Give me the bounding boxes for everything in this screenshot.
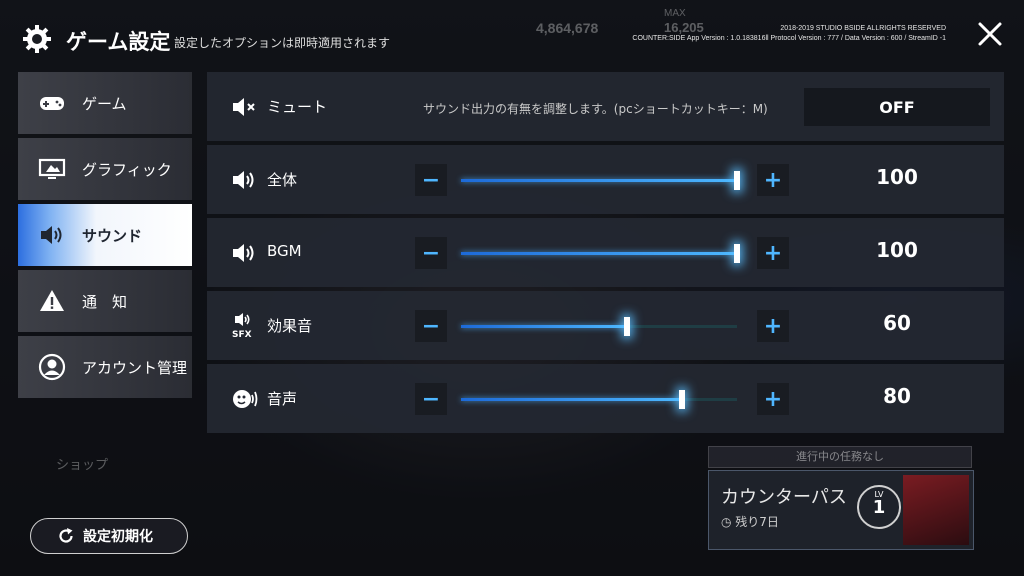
pass-lv-number: 1 (872, 497, 886, 518)
master-volume-value: 100 (876, 165, 918, 189)
slider-fill (461, 398, 682, 401)
version-info: 2018-2019 STUDIO BSIDE ALLRIGHTS RESERVE… (632, 24, 946, 44)
gamepad-icon (40, 97, 64, 110)
minus-icon: − (421, 386, 441, 412)
minus-icon: − (421, 313, 441, 339)
sidebar-item-label: 通 知 (82, 292, 128, 311)
mute-toggle-button[interactable]: OFF (804, 88, 990, 126)
sidebar-item-sound[interactable]: サウンド (18, 204, 192, 266)
mute-description: サウンド出力の有無を調整します。(pcショートカットキー：M) (423, 102, 768, 116)
bgm-volume-row: BGM − + 100 (207, 218, 1004, 287)
pass-days-text: 残り7日 (735, 515, 779, 529)
copyright-line: 2018-2019 STUDIO BSIDE ALLRIGHTS RESERVE… (780, 25, 946, 32)
slider-fill (461, 325, 627, 328)
slider-thumb[interactable] (623, 317, 630, 336)
master-plus-button[interactable]: + (757, 164, 789, 196)
close-icon (978, 22, 1002, 46)
sidebar-item-game[interactable]: ゲーム (18, 72, 192, 134)
settings-sidebar: ゲーム グラフィック サウンド 通 知 アカウント管理 (18, 72, 192, 402)
bg-shop-label: ショップ (56, 457, 109, 472)
speaker-icon (41, 226, 62, 244)
voice-volume-row: 音声 − + 80 (207, 364, 1004, 433)
bgm-volume-slider[interactable] (461, 244, 740, 263)
page-title: ゲーム設定 (66, 30, 171, 54)
sidebar-item-label: アカウント管理 (82, 358, 188, 377)
sfx-speaker-icon: SFX (232, 313, 252, 339)
plus-icon: + (763, 240, 783, 266)
master-volume-label: 全体 (267, 171, 298, 189)
gear-icon (23, 25, 51, 53)
sound-settings-panel: ミュート サウンド出力の有無を調整します。(pcショートカットキー：M) OFF… (207, 72, 1004, 437)
pass-level-badge: LV 1 (857, 485, 901, 529)
voice-volume-value: 80 (883, 384, 911, 408)
bg-mission-bar: 進行中の任務なし (708, 446, 972, 468)
sfx-volume-slider[interactable] (461, 317, 737, 336)
slider-fill (461, 252, 737, 255)
bg-max-label: MAX (664, 8, 686, 19)
master-volume-slider[interactable] (461, 171, 740, 190)
slider-thumb[interactable] (678, 390, 685, 409)
sidebar-item-graphics[interactable]: グラフィック (18, 138, 192, 200)
slider-fill (461, 179, 737, 182)
page-subtitle: 設定したオプションは即時適用されます (174, 36, 391, 50)
plus-icon: + (763, 167, 783, 193)
sfx-plus-button[interactable]: + (757, 310, 789, 342)
pass-title: カウンターパス (721, 487, 847, 508)
bgm-volume-label: BGM (267, 242, 302, 260)
monitor-icon (38, 158, 66, 179)
sfx-volume-label: 効果音 (267, 317, 313, 335)
pass-portrait (903, 475, 969, 545)
version-line: COUNTER:SIDE App Version : 1.0.183816ll … (632, 35, 946, 42)
plus-icon: + (763, 313, 783, 339)
close-button[interactable] (976, 20, 1004, 48)
mute-row: ミュート サウンド出力の有無を調整します。(pcショートカットキー：M) OFF (207, 72, 1004, 141)
reset-icon (59, 528, 73, 543)
bgm-volume-value: 100 (876, 238, 918, 262)
bgm-plus-button[interactable]: + (757, 237, 789, 269)
sidebar-item-label: グラフィック (82, 160, 172, 179)
user-icon (38, 353, 66, 381)
minus-icon: − (421, 240, 441, 266)
reset-button-label: 設定初期化 (83, 529, 153, 545)
sfx-volume-row: SFX 効果音 − + 60 (207, 291, 1004, 360)
speaker-icon (233, 171, 254, 189)
voice-face-icon (233, 390, 258, 408)
sfx-volume-value: 60 (883, 311, 911, 335)
sidebar-item-label: サウンド (82, 226, 143, 245)
plus-icon: + (763, 386, 783, 412)
mute-speaker-icon (233, 98, 255, 116)
master-volume-row: 全体 − + 100 (207, 145, 1004, 214)
sfx-minus-button[interactable]: − (415, 310, 447, 342)
minus-icon: − (421, 167, 441, 193)
sidebar-item-account[interactable]: アカウント管理 (18, 336, 192, 398)
reset-settings-button[interactable]: 設定初期化 (30, 518, 188, 554)
master-minus-button[interactable]: − (415, 164, 447, 196)
pass-days: ◷ 残り7日 (721, 515, 779, 529)
voice-plus-button[interactable]: + (757, 383, 789, 415)
voice-volume-label: 音声 (267, 390, 298, 408)
counter-pass-card: カウンターパス ◷ 残り7日 LV 1 (708, 470, 974, 550)
mute-label: ミュート (267, 98, 328, 116)
sidebar-item-label: ゲーム (82, 94, 127, 113)
voice-minus-button[interactable]: − (415, 383, 447, 415)
sfx-icon-text: SFX (232, 330, 252, 339)
bgm-minus-button[interactable]: − (415, 237, 447, 269)
warning-icon (40, 290, 64, 311)
slider-thumb[interactable] (734, 244, 740, 263)
bg-credit-counter: 4,864,678 (536, 20, 599, 36)
voice-volume-slider[interactable] (461, 390, 737, 409)
speaker-icon (233, 244, 254, 262)
sidebar-item-notification[interactable]: 通 知 (18, 270, 192, 332)
slider-thumb[interactable] (734, 171, 740, 190)
